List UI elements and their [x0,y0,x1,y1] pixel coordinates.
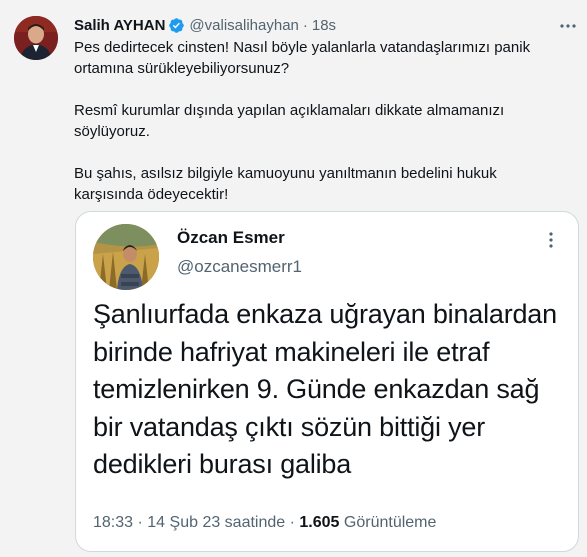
quoted-author-avatar[interactable] [93,224,159,290]
views-label: Görüntüleme [343,514,437,531]
author-name[interactable]: Salih AYHAN [74,17,165,34]
author-handle[interactable]: @valisalihayhan [189,17,298,34]
tweet-time[interactable]: 18s [312,17,336,34]
meta-separator: · [137,514,143,531]
quoted-tweet-time[interactable]: 18:33 [93,514,133,531]
verified-badge-icon [169,17,185,33]
tweet-paragraph: Resmî kurumlar dışında yapılan açıklamal… [74,102,505,140]
tweet-paragraph: Pes dedirtecek cinsten! Nasıl böyle yala… [74,39,531,77]
quoted-author-name[interactable]: Özcan Esmer [177,228,285,248]
views-count: 1.605 [299,514,340,531]
tweet-header: Salih AYHAN @valisalihayhan · 18s [74,14,336,36]
tweet-paragraph: Bu şahıs, asılsız bilgiyle kamuoyunu yan… [74,165,497,203]
quoted-tweet-date[interactable]: 14 Şub 23 saatinde [147,514,285,531]
quoted-author-handle[interactable]: @ozcanesmerr1 [177,257,302,277]
tweet-text: Pes dedirtecek cinsten! Nasıl böyle yala… [74,37,554,226]
more-vertical-icon[interactable] [544,230,558,250]
quoted-tweet-meta: 18:33 · 14 Şub 23 saatinde · 1.605 Görün… [93,514,436,532]
quoted-tweet-text: Şanlıurfada enkaza uğrayan binalardan bi… [93,299,557,479]
quoted-tweet-card[interactable]: Özcan Esmer @ozcanesmerr1 Şanlıurfada en… [75,211,579,552]
tweet: Salih AYHAN @valisalihayhan · 18s Pes de… [0,0,587,557]
author-avatar[interactable] [14,16,58,60]
meta-separator: · [289,514,295,531]
more-horizontal-icon[interactable] [558,16,578,36]
header-separator: · [302,16,308,34]
